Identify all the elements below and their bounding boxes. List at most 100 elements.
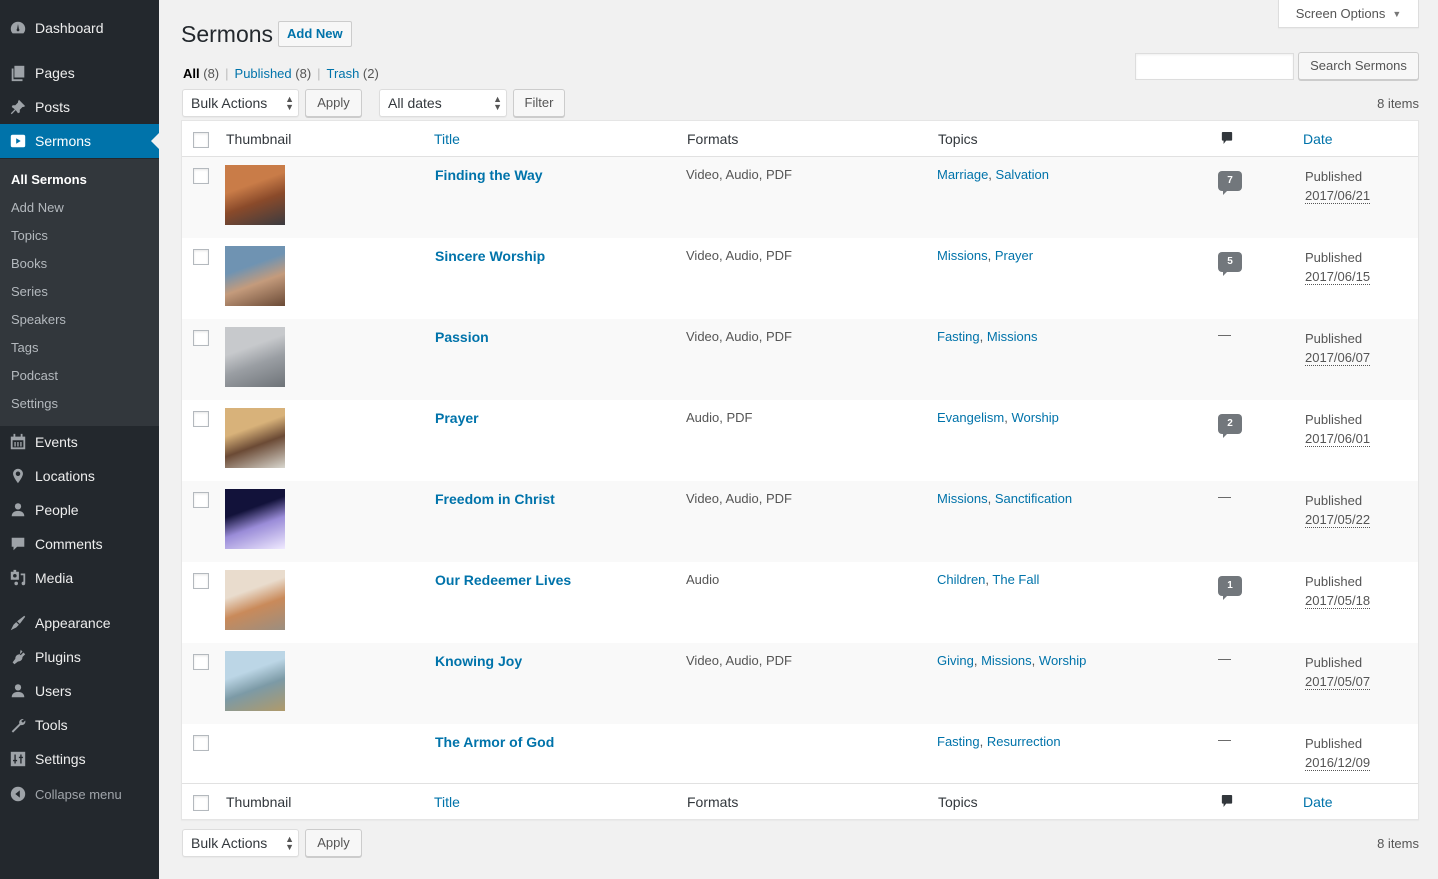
publish-date: 2017/05/22 [1305, 512, 1371, 528]
comment-count-bubble[interactable]: 2 [1218, 414, 1242, 438]
row-checkbox[interactable] [193, 330, 209, 346]
topic-link[interactable]: Marriage [937, 167, 988, 182]
collapse-menu-button[interactable]: Collapse menu [0, 777, 159, 811]
apply-button-top[interactable]: Apply [305, 89, 362, 117]
submenu-item-all-sermons[interactable]: All Sermons [11, 172, 87, 187]
topic-link[interactable]: Missions [987, 329, 1038, 344]
row-checkbox[interactable] [193, 249, 209, 265]
sermon-title-link[interactable]: Sincere Worship [435, 248, 545, 264]
filter-button[interactable]: Filter [513, 89, 565, 117]
post-status: Published [1305, 655, 1363, 670]
submenu-item-speakers[interactable]: Speakers [11, 312, 66, 327]
topic-link[interactable]: Giving [937, 653, 974, 668]
sidebar-item-users[interactable]: Users [0, 674, 159, 708]
topic-link[interactable]: Fasting [937, 329, 980, 344]
topic-link[interactable]: The Fall [992, 572, 1039, 587]
topic-link[interactable]: Worship [1011, 410, 1058, 425]
sermon-thumbnail[interactable] [225, 489, 285, 549]
view-trash[interactable]: Trash (2) [327, 66, 379, 81]
comment-count-bubble[interactable]: 1 [1218, 576, 1242, 600]
sermon-title-link[interactable]: Our Redeemer Lives [435, 572, 571, 588]
submenu-item-settings[interactable]: Settings [11, 396, 58, 411]
submenu-item-tags[interactable]: Tags [11, 340, 38, 355]
submenu-item-podcast[interactable]: Podcast [11, 368, 58, 383]
row-checkbox[interactable] [193, 654, 209, 670]
sermon-thumbnail[interactable] [225, 408, 285, 468]
select-all-checkbox-footer[interactable] [193, 795, 209, 811]
sermon-title-link[interactable]: Finding the Way [435, 167, 543, 183]
column-date-sort[interactable]: Date [1303, 794, 1333, 810]
topic-link[interactable]: Prayer [995, 248, 1033, 263]
page-title: Sermons [181, 21, 274, 47]
sidebar-item-dashboard[interactable]: Dashboard [0, 11, 159, 45]
view-all[interactable]: All (8) [183, 66, 219, 81]
sermon-topics: Missions, Prayer [937, 248, 1034, 263]
sermon-thumbnail[interactable] [225, 327, 285, 387]
topic-link[interactable]: Resurrection [987, 734, 1061, 749]
row-checkbox[interactable] [193, 573, 209, 589]
sermon-thumbnail[interactable] [225, 246, 285, 306]
search-input[interactable] [1135, 53, 1294, 80]
submenu-item-series[interactable]: Series [11, 284, 48, 299]
sermon-title-link[interactable]: Prayer [435, 410, 479, 426]
comment-icon[interactable] [1221, 795, 1233, 807]
topic-link[interactable]: Fasting [937, 734, 980, 749]
sidebar-item-sermons[interactable]: Sermons [0, 124, 159, 158]
column-date-sort[interactable]: Date [1303, 131, 1333, 147]
add-new-button[interactable]: Add New [278, 21, 352, 47]
bulk-actions-select-top[interactable]: Bulk Actions ▲ ▼ [182, 89, 299, 117]
sidebar-item-plugins[interactable]: Plugins [0, 640, 159, 674]
screen-options-button[interactable]: Screen Options ▼ [1278, 0, 1419, 28]
table-row: Our Redeemer Lives Audio Children, The Fal… [182, 562, 1418, 643]
sidebar-item-people[interactable]: People [0, 493, 159, 527]
comment-count-bubble[interactable]: 5 [1218, 252, 1242, 276]
column-title-sort[interactable]: Title [434, 794, 460, 810]
row-checkbox[interactable] [193, 168, 209, 184]
sidebar-item-media[interactable]: Media [0, 561, 159, 595]
sidebar-item-settings[interactable]: Settings [0, 742, 159, 776]
sidebar-item-events[interactable]: Events [0, 425, 159, 459]
topic-link[interactable]: Evangelism [937, 410, 1004, 425]
topic-link[interactable]: Missions [981, 653, 1032, 668]
sermon-thumbnail[interactable] [225, 651, 285, 711]
topic-link[interactable]: Children [937, 572, 985, 587]
apply-button-bottom[interactable]: Apply [305, 829, 362, 857]
sidebar-item-label: Media [35, 570, 74, 586]
submenu-item-add-new[interactable]: Add New [11, 200, 64, 215]
sidebar-item-pages[interactable]: Pages [0, 56, 159, 90]
sermon-date: Published 2017/06/15 [1305, 248, 1371, 286]
topic-link[interactable]: Salvation [996, 167, 1049, 182]
view-published[interactable]: Published (8) [235, 66, 312, 81]
column-title-sort[interactable]: Title [434, 131, 460, 147]
row-checkbox[interactable] [193, 735, 209, 751]
row-checkbox[interactable] [193, 411, 209, 427]
sermon-title-link[interactable]: Knowing Joy [435, 653, 522, 669]
row-checkbox[interactable] [193, 492, 209, 508]
topic-link[interactable]: Missions [937, 248, 988, 263]
sermon-title-link[interactable]: Passion [435, 329, 489, 345]
comment-count-bubble[interactable]: 7 [1218, 171, 1242, 195]
bulk-actions-select-bottom[interactable]: Bulk Actions ▲ ▼ [182, 829, 299, 857]
dropdown-arrow-icon: ▼ [1392, 8, 1402, 19]
select-all-checkbox[interactable] [193, 132, 209, 148]
search-sermons-button[interactable]: Search Sermons [1298, 52, 1419, 80]
submenu-item-books[interactable]: Books [11, 256, 47, 271]
sidebar-item-comments[interactable]: Comments [0, 527, 159, 561]
sermon-title-link[interactable]: The Armor of God [435, 734, 554, 750]
sidebar-item-label: Locations [35, 468, 95, 484]
sidebar-item-appearance[interactable]: Appearance [0, 606, 159, 640]
sidebar-item-tools[interactable]: Tools [0, 708, 159, 742]
sidebar-item-locations[interactable]: Locations [0, 459, 159, 493]
sermon-thumbnail[interactable] [225, 570, 285, 630]
sermon-thumbnail[interactable] [225, 165, 285, 225]
pages-icon [8, 63, 28, 83]
sidebar-item-posts[interactable]: Posts [0, 90, 159, 124]
topic-link[interactable]: Sanctification [995, 491, 1072, 506]
date-filter-select[interactable]: All dates ▲ ▼ [379, 89, 507, 117]
topic-link[interactable]: Worship [1039, 653, 1086, 668]
comment-icon[interactable] [1221, 132, 1233, 144]
sermon-title-link[interactable]: Freedom in Christ [435, 491, 555, 507]
submenu-item-topics[interactable]: Topics [11, 228, 48, 243]
topic-link[interactable]: Missions [937, 491, 988, 506]
sermon-formats: Audio [686, 572, 720, 587]
